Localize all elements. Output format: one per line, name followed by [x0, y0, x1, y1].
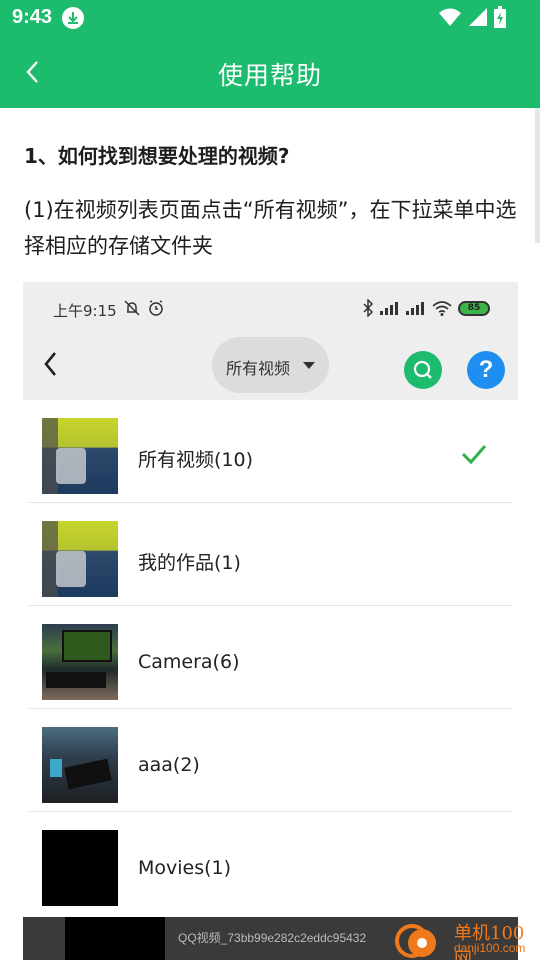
battery-icon: 85 [458, 300, 490, 316]
wifi-icon [432, 301, 452, 316]
folder-name: aaa(2) [138, 754, 200, 776]
bluetooth-icon [363, 299, 374, 317]
folder-row: aaa(2) [29, 709, 512, 812]
signal-icon [469, 8, 487, 26]
help-icon: ? [467, 351, 505, 389]
help-content: 1、如何找到想要处理的视频? (1)在视频列表页面点击“所有视频”，在下拉菜单中… [0, 108, 540, 960]
folder-thumbnail [42, 830, 118, 906]
folder-name: 我的作品(1) [138, 552, 241, 574]
app-bar: 使用帮助 [0, 36, 540, 108]
watermark: 单机100网 danji100.com [392, 917, 540, 960]
folder-dropdown: 所有视频 [212, 337, 329, 393]
mute-icon [124, 300, 140, 316]
example-back-button [41, 350, 63, 378]
alarm-icon [149, 300, 163, 316]
page-title: 使用帮助 [217, 61, 322, 90]
folder-row: 我的作品(1) [29, 503, 512, 606]
status-time: 9:43 [12, 6, 53, 28]
check-icon [461, 445, 487, 465]
folder-name: Movies(1) [138, 857, 232, 879]
battery-charging-icon [494, 6, 506, 28]
system-icons [438, 6, 506, 28]
folder-row: Camera(6) [29, 606, 512, 709]
folder-name: Camera(6) [138, 651, 240, 673]
status-bar: 9:43 [0, 0, 540, 36]
caret-down-icon [303, 362, 315, 369]
folder-row: 所有视频(10) [29, 400, 512, 503]
search-icon [413, 360, 432, 379]
folder-row: Movies(1) [29, 812, 512, 915]
folder-thumbnail [42, 521, 118, 597]
example-status-right: 85 [362, 299, 490, 317]
question-heading: 1、如何找到想要处理的视频? [24, 144, 290, 168]
signal-icon [406, 302, 424, 315]
example-status-icons [123, 299, 165, 317]
watermark-logo-icon [395, 924, 436, 958]
download-icon [62, 7, 84, 29]
chevron-left-icon [44, 352, 57, 376]
example-top-bar: 上午9:15 85 所有视频 ? [23, 282, 518, 400]
watermark-en: danji100.com [454, 941, 526, 955]
folder-name: 所有视频(10) [138, 449, 254, 471]
video-thumbnail [65, 917, 165, 960]
folder-thumbnail [42, 418, 118, 494]
folder-thumbnail [42, 624, 118, 700]
example-status-time: 上午9:15 [53, 302, 117, 320]
wifi-icon [439, 8, 461, 26]
instruction-text: (1)在视频列表页面点击“所有视频”，在下拉菜单中选择相应的存储文件夹 [24, 198, 517, 258]
folder-thumbnail [42, 727, 118, 803]
video-caption: QQ视频_73bb99e282c2eddc95432 [178, 931, 367, 945]
folder-dropdown-label: 所有视频 [226, 359, 291, 378]
example-screenshot: 上午9:15 85 所有视频 ? 所有视频(10) 我的作品(1) Camera… [23, 282, 518, 960]
example-search-button [404, 351, 442, 389]
signal-icon [380, 302, 398, 315]
